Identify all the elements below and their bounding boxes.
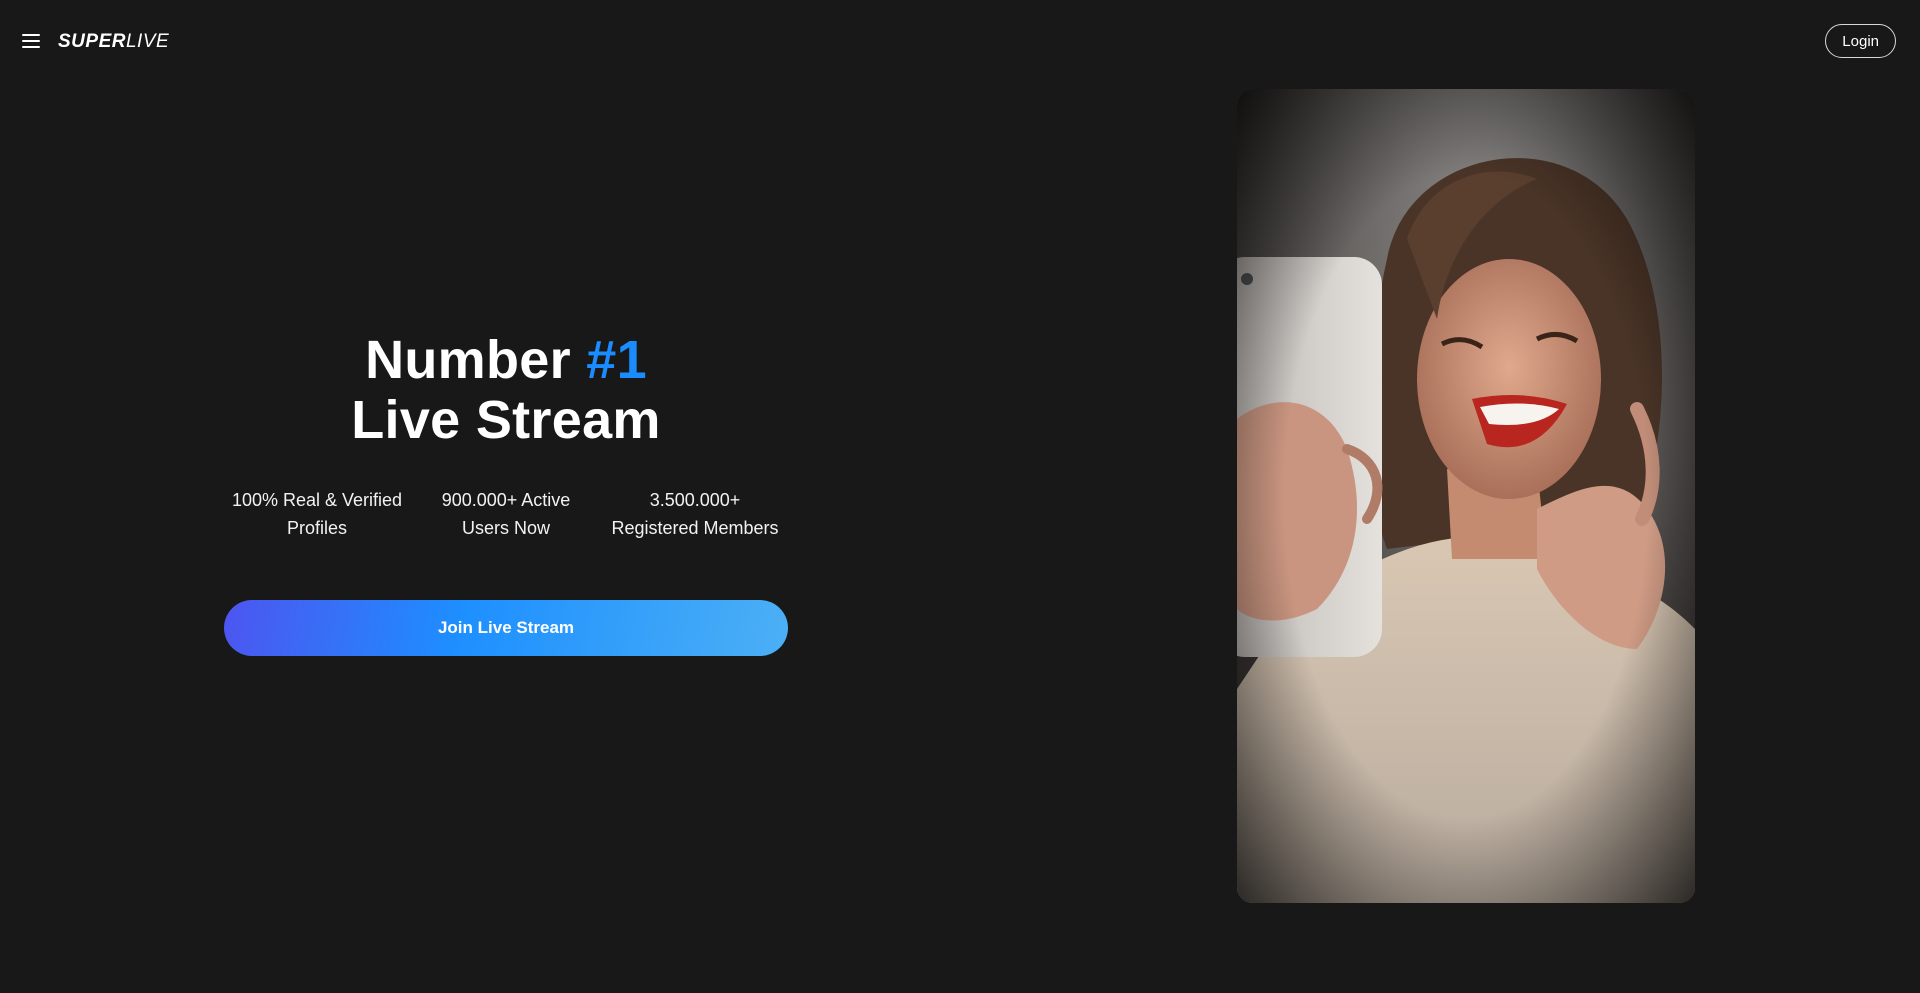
- logo-light-text: LIVE: [125, 31, 170, 52]
- hamburger-menu-icon[interactable]: [22, 33, 40, 49]
- stat-line: 3.500.000+: [649, 490, 741, 510]
- logo-bold-text: SUPER: [58, 31, 126, 52]
- superlive-logo[interactable]: SUPERLIVE: [58, 30, 169, 54]
- stat-line: Registered Members: [611, 518, 779, 538]
- stat-verified-profiles: 100% Real & Verified Profiles: [224, 486, 410, 542]
- stats-row: 100% Real & Verified Profiles 900.000+ A…: [224, 486, 788, 542]
- login-button[interactable]: Login: [1825, 24, 1896, 58]
- woman-selfie-preview-image: [1237, 89, 1695, 903]
- hero-section: Number #1 Live Stream 100% Real & Verifi…: [224, 330, 788, 656]
- stat-line: 900.000+ Active: [441, 490, 571, 510]
- stat-registered-members: 3.500.000+ Registered Members: [602, 486, 788, 542]
- top-navigation-bar: SUPERLIVE Login: [0, 0, 1920, 84]
- hero-headline: Number #1 Live Stream: [224, 330, 788, 450]
- video-preview-card[interactable]: [1237, 89, 1695, 903]
- headline-accent: #1: [586, 330, 647, 390]
- join-live-stream-button[interactable]: Join Live Stream: [224, 600, 788, 656]
- headline-prefix: Number: [365, 330, 587, 390]
- stat-active-users: 900.000+ Active Users Now: [413, 486, 599, 542]
- stat-line: Profiles: [286, 518, 348, 538]
- stat-line: 100% Real & Verified: [231, 490, 403, 510]
- headline-line2: Live Stream: [351, 390, 661, 450]
- stat-line: Users Now: [461, 518, 550, 538]
